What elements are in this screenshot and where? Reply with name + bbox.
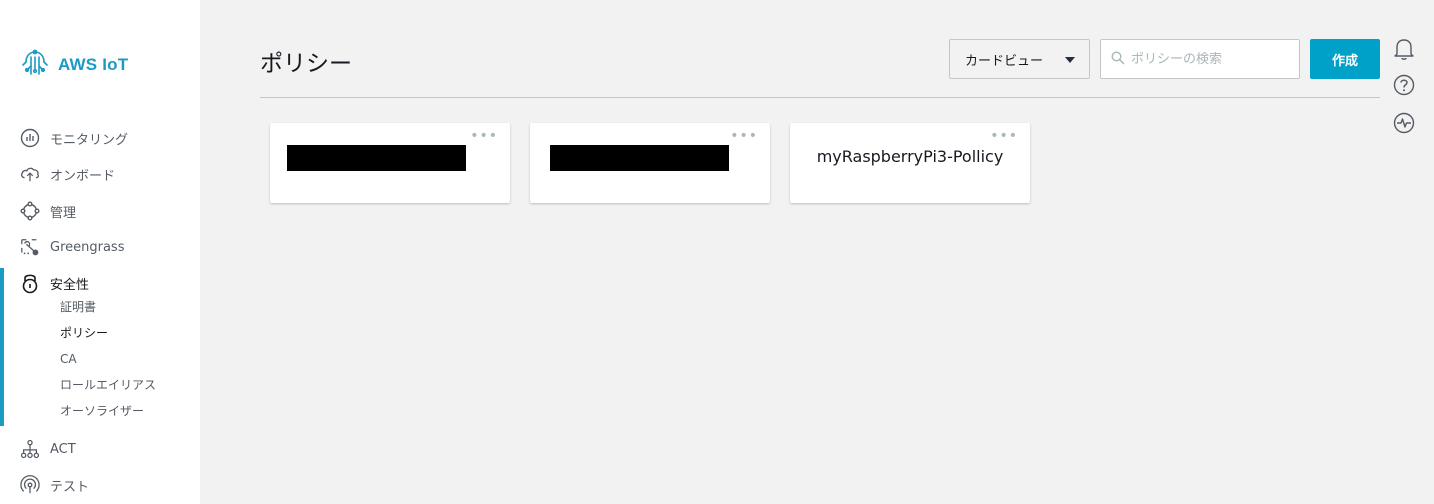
caret-down-icon	[1065, 57, 1075, 63]
aws-iot-logo-icon	[20, 48, 50, 82]
help-icon[interactable]	[1392, 73, 1416, 97]
sidebar-item-label: テスト	[50, 479, 90, 495]
header-divider	[260, 97, 1380, 98]
aws-iot-logo[interactable]: AWS IoT	[20, 48, 128, 82]
search-input[interactable]	[1131, 51, 1291, 67]
page-title: ポリシー	[260, 51, 352, 77]
sidebar-subitem-role-aliases[interactable]: ロールエイリアス	[60, 375, 156, 395]
sidebar-item-monitoring[interactable]: モニタリング	[0, 124, 200, 152]
sidebar-item-greengrass[interactable]: Greengrass	[0, 233, 200, 261]
card-menu-icon[interactable]: •••	[990, 129, 1018, 143]
sidebar-subitem-authorizers[interactable]: オーソライザー	[60, 401, 144, 421]
policy-card[interactable]: •••	[270, 123, 510, 203]
sidebar-subitem-certificates[interactable]: 証明書	[60, 297, 96, 317]
lock-icon	[20, 273, 40, 294]
sidebar-item-onboard[interactable]: オンボード	[0, 160, 200, 188]
activity-icon[interactable]	[1392, 111, 1416, 135]
sidebar: AWS IoT モニタリング オンボード 管理 Greengrass 安全性 証…	[0, 0, 200, 504]
policy-card[interactable]: •••	[530, 123, 770, 203]
sidebar-item-label: モニタリング	[50, 132, 129, 148]
main-content: ポリシー カードビュー 作成 ••• ••• ••• myRaspberryPi…	[200, 0, 1434, 504]
sidebar-subitem-policies[interactable]: ポリシー	[60, 323, 108, 343]
sidebar-item-test[interactable]: テスト	[0, 471, 200, 499]
sidebar-item-label: 安全性	[50, 277, 90, 293]
sidebar-item-label: Greengrass	[50, 239, 125, 255]
view-mode-value: カードビュー	[965, 53, 1044, 69]
redacted-policy-name	[287, 145, 466, 171]
policy-card[interactable]: ••• myRaspberryPi3-Pollicy	[790, 123, 1030, 203]
create-button[interactable]: 作成	[1310, 39, 1380, 79]
monitoring-icon	[20, 128, 40, 148]
sidebar-item-label: 管理	[50, 205, 77, 221]
act-icon	[20, 439, 40, 459]
sidebar-item-label: オンボード	[50, 168, 116, 184]
sidebar-item-security[interactable]: 安全性	[0, 269, 200, 297]
test-icon	[20, 475, 40, 495]
greengrass-icon	[20, 237, 40, 257]
card-menu-icon[interactable]: •••	[730, 129, 758, 143]
bell-icon[interactable]	[1392, 37, 1416, 61]
sidebar-item-label: ACT	[50, 441, 76, 457]
onboard-icon	[20, 164, 40, 184]
sidebar-item-manage[interactable]: 管理	[0, 197, 200, 225]
redacted-policy-name	[550, 145, 729, 171]
manage-icon	[20, 201, 40, 221]
view-mode-select[interactable]: カードビュー	[949, 39, 1090, 79]
sidebar-item-act[interactable]: ACT	[0, 435, 200, 463]
card-menu-icon[interactable]: •••	[470, 129, 498, 143]
brand-name: AWS IoT	[58, 55, 129, 74]
sidebar-subitem-ca[interactable]: CA	[60, 349, 77, 369]
search-icon	[1111, 50, 1125, 69]
policy-name: myRaspberryPi3-Pollicy	[816, 147, 1004, 166]
search-box[interactable]	[1100, 39, 1300, 79]
